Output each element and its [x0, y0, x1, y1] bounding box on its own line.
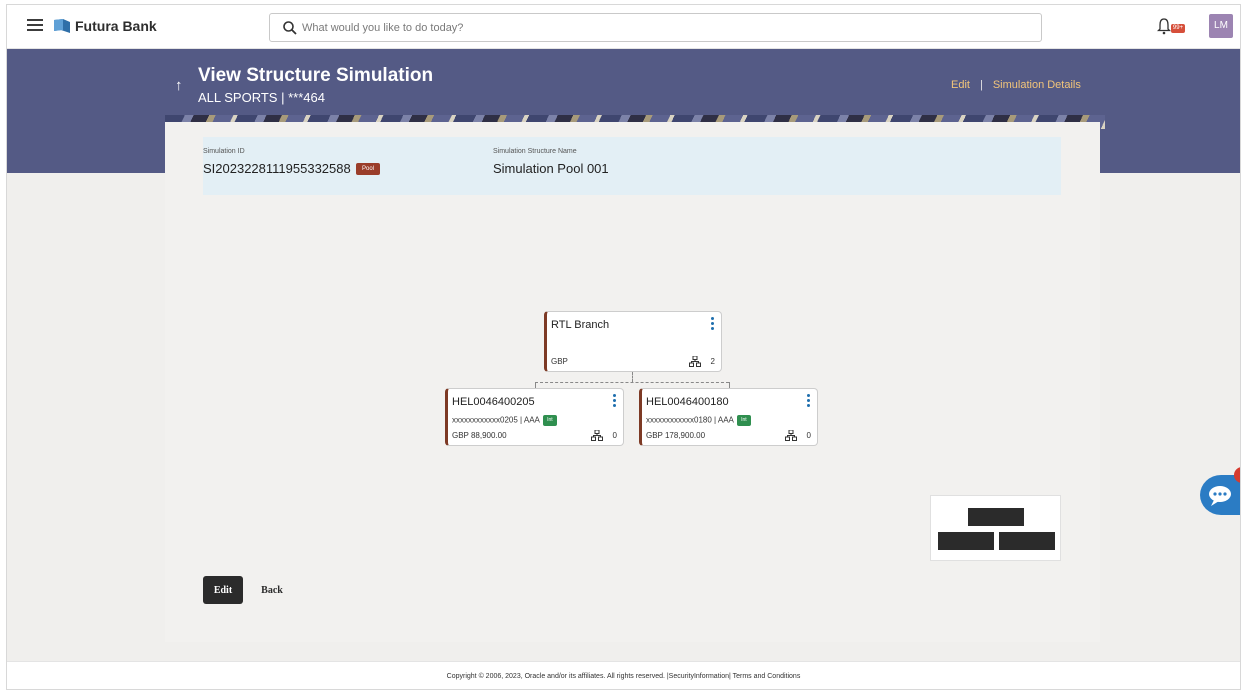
simulation-id-value: SI2023228111955332588: [203, 161, 351, 176]
simulation-details-link[interactable]: Simulation Details: [993, 79, 1081, 91]
hierarchy-icon: [689, 356, 701, 367]
simulation-id-label: Simulation ID: [203, 148, 245, 155]
avatar[interactable]: LM: [1209, 14, 1233, 38]
minimap-child-node: [938, 532, 994, 550]
hierarchy-icon: [591, 430, 603, 441]
search-icon: [283, 21, 297, 35]
tree-minimap[interactable]: [930, 495, 1061, 561]
structure-name-value: Simulation Pool 001: [493, 161, 609, 176]
banner-links: Edit | Simulation Details: [951, 79, 1081, 91]
connector-root-stem: [632, 372, 633, 382]
child-account-details: xxxxxxxxxxxx0180 | AAA Int: [646, 415, 751, 426]
kebab-menu-icon[interactable]: [807, 394, 811, 408]
edit-link[interactable]: Edit: [951, 79, 970, 91]
pool-badge: Pool: [356, 163, 380, 175]
chat-icon: [1209, 486, 1231, 506]
footer: Copyright © 2006, 2023, Oracle and/or it…: [7, 661, 1240, 689]
menu-icon[interactable]: [27, 19, 43, 32]
root-node-name: RTL Branch: [551, 319, 610, 331]
int-badge: Int: [736, 415, 751, 426]
kebab-menu-icon[interactable]: [711, 317, 715, 331]
child-count: 0: [806, 431, 811, 440]
notification-badge: 99+: [1171, 24, 1185, 33]
structure-name-label: Simulation Structure Name: [493, 148, 577, 155]
int-badge: Int: [542, 415, 557, 426]
child-account-number: HEL0046400205: [452, 396, 535, 408]
child-balance: GBP 88,900.00: [452, 431, 507, 440]
root-node-currency: GBP: [551, 357, 568, 366]
app-frame: Futura Bank 99+ LM ↑ View Structure Simu…: [6, 4, 1241, 690]
link-separator: |: [979, 79, 983, 91]
edit-button[interactable]: Edit: [203, 576, 243, 604]
search-input[interactable]: [302, 18, 1022, 38]
page-subtitle: ALL SPORTS | ***464: [198, 90, 325, 105]
minimap-root-node: [968, 508, 1024, 526]
search-box[interactable]: [269, 13, 1042, 42]
masked-account: xxxxxxxxxxxx0180 | AAA: [646, 415, 734, 425]
notification-bell-icon[interactable]: [1157, 17, 1171, 35]
back-arrow-icon[interactable]: ↑: [175, 77, 183, 94]
back-button[interactable]: Back: [255, 576, 289, 604]
child-balance: GBP 178,900.00: [646, 431, 706, 440]
footer-text: Copyright © 2006, 2023, Oracle and/or it…: [446, 673, 801, 680]
bank-logo-icon: [54, 19, 70, 33]
tree-node-child[interactable]: HEL0046400180 xxxxxxxxxxxx0180 | AAA Int …: [639, 388, 818, 446]
root-child-count: 2: [710, 357, 715, 366]
chatbot-button[interactable]: [1200, 475, 1240, 515]
page-title: View Structure Simulation: [198, 65, 434, 86]
child-account-details: xxxxxxxxxxxx0205 | AAA Int: [452, 415, 557, 426]
tree-node-root[interactable]: RTL Branch GBP 2: [544, 311, 722, 372]
kebab-menu-icon[interactable]: [613, 394, 617, 408]
top-bar: Futura Bank 99+ LM: [7, 5, 1240, 49]
child-account-number: HEL0046400180: [646, 396, 729, 408]
brand-name[interactable]: Futura Bank: [75, 18, 157, 34]
tree-node-child[interactable]: HEL0046400205 xxxxxxxxxxxx0205 | AAA Int …: [445, 388, 624, 446]
child-count: 0: [612, 431, 617, 440]
connector-horizontal: [535, 382, 729, 383]
masked-account: xxxxxxxxxxxx0205 | AAA: [452, 415, 540, 425]
hierarchy-icon: [785, 430, 797, 441]
minimap-child-node: [999, 532, 1055, 550]
